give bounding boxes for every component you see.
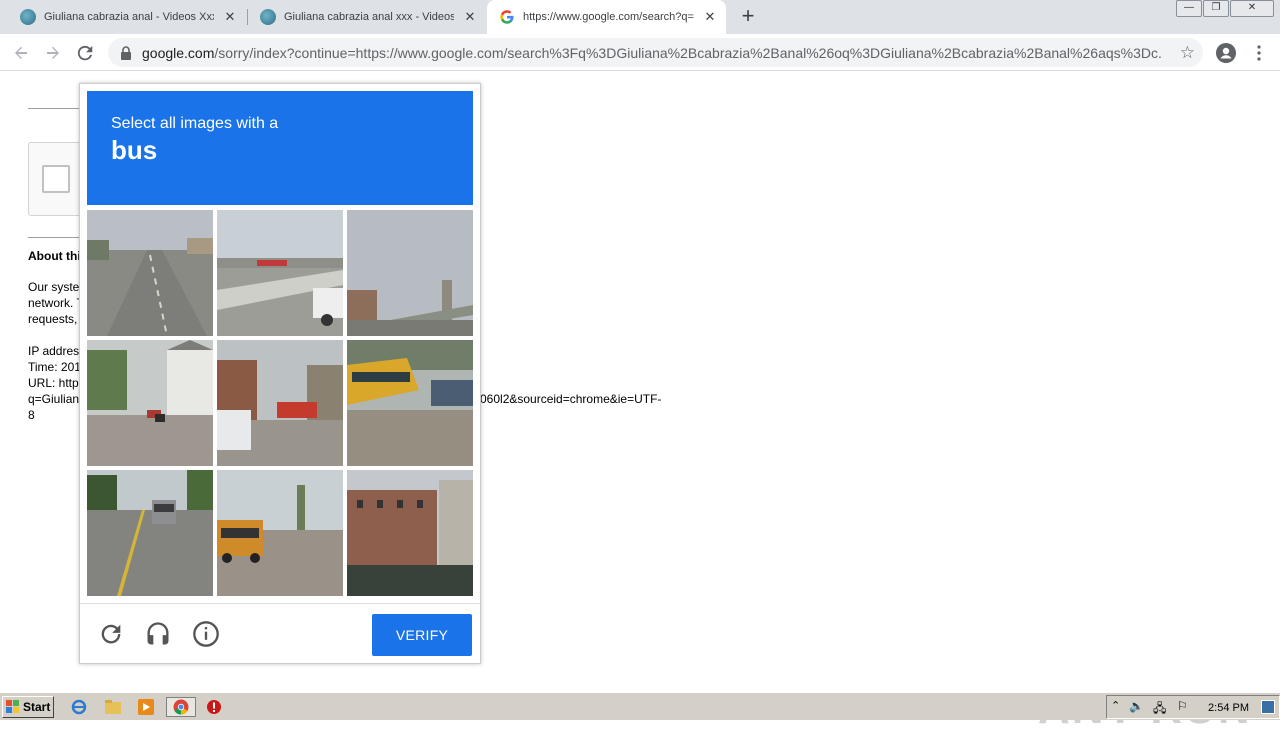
para-line: network. This page checks to see if it's… <box>28 296 80 310</box>
ie-icon[interactable] <box>68 697 90 717</box>
recaptcha-challenge: Select all images with a bus VERIFY <box>79 83 481 664</box>
challenge-instruction: Select all images with a <box>111 115 279 132</box>
tab-2[interactable]: Giuliana cabrazia anal xxx - Videos Xxx … <box>248 0 486 34</box>
tile-street-with-car[interactable] <box>87 470 213 596</box>
kebab-menu-icon <box>1257 45 1261 61</box>
action-center-flag-icon[interactable]: ⚐ <box>1177 699 1188 713</box>
info-line: IP address: <box>28 344 80 358</box>
info-line: 8 <box>28 408 35 422</box>
network-icon[interactable]: 🖧 <box>1153 699 1166 720</box>
help-button[interactable] <box>192 620 220 648</box>
audio-challenge-button[interactable] <box>144 620 172 648</box>
google-g-icon <box>499 9 515 25</box>
browser-toolbar: google.com/sorry/index?continue=https://… <box>0 34 1280 71</box>
start-label: Start <box>23 700 51 714</box>
start-button[interactable]: Start <box>2 696 54 718</box>
volume-icon[interactable]: 🔈 <box>1129 699 1144 713</box>
tab-close-icon[interactable]: ✕ <box>222 9 238 25</box>
forward-button[interactable] <box>40 40 66 66</box>
back-button[interactable] <box>8 40 34 66</box>
tile-brick-building[interactable] <box>347 470 473 596</box>
profile-button[interactable] <box>1213 40 1239 66</box>
lock-icon <box>121 45 131 60</box>
divider <box>28 237 80 238</box>
challenge-target: bus <box>111 135 158 165</box>
new-tab-button[interactable]: + <box>737 5 759 28</box>
tile-residential-street[interactable] <box>87 340 213 466</box>
tile-highway-buildings[interactable] <box>347 210 473 336</box>
media-player-icon[interactable] <box>135 697 157 717</box>
info-line: q=Giuliana <box>28 392 80 406</box>
address-bar[interactable]: google.com/sorry/index?continue=https://… <box>108 38 1203 67</box>
divider <box>28 108 80 109</box>
chrome-icon[interactable] <box>166 697 196 717</box>
account-icon <box>1216 43 1236 63</box>
tab-title: Giuliana cabrazia anal - Videos Xxx Porn… <box>44 11 214 23</box>
url-text: google.com/sorry/index?continue=https://… <box>142 45 1162 61</box>
forward-arrow-icon <box>47 46 59 59</box>
tile-road-with-lanes[interactable] <box>87 210 213 336</box>
system-tray: ⌃ 🔈 🖧 ⚐ 2:54 PM <box>1106 695 1280 719</box>
menu-button[interactable] <box>1246 40 1272 66</box>
tile-school-bus-parking[interactable] <box>347 340 473 466</box>
url-host: google.com <box>142 44 215 61</box>
recaptcha-checkbox[interactable] <box>42 165 70 193</box>
tab-title: Giuliana cabrazia anal xxx - Videos Xxx <box>284 11 454 23</box>
tab-strip: Giuliana cabrazia anal - Videos Xxx Porn… <box>0 0 1280 34</box>
para-line: requests, and not a robot. <box>28 312 80 326</box>
globe-icon <box>20 9 36 25</box>
close-window-button[interactable]: ✕ <box>1230 0 1274 17</box>
windows-taskbar: Start ⌃ 🔈 🖧 ⚐ 2:54 PM <box>0 692 1280 720</box>
tab-1[interactable]: Giuliana cabrazia anal - Videos Xxx Porn… <box>0 0 246 34</box>
tile-highway-overpass-truck[interactable] <box>217 210 343 336</box>
tile-street-with-bus[interactable] <box>217 340 343 466</box>
back-arrow-icon <box>15 46 27 59</box>
image-grid <box>87 210 473 596</box>
tab-close-icon[interactable]: ✕ <box>462 9 478 25</box>
bookmark-star-icon[interactable]: ☆ <box>1180 43 1195 63</box>
stop-icon[interactable] <box>203 697 225 717</box>
info-line: URL: https://www.google.com/search? <box>28 376 80 390</box>
tab-title: https://www.google.com/search?q=Giuliana <box>523 11 694 23</box>
taskbar-clock[interactable]: 2:54 PM <box>1208 702 1249 714</box>
tab-3-active[interactable]: https://www.google.com/search?q=Giuliana… <box>487 0 726 34</box>
reload-challenge-button[interactable] <box>97 620 125 648</box>
headphones-icon <box>147 622 169 645</box>
minimize-button[interactable]: — <box>1176 0 1202 17</box>
folder-icon[interactable] <box>102 697 124 717</box>
tab-close-icon[interactable]: ✕ <box>702 9 718 25</box>
tray-expand-icon[interactable]: ⌃ <box>1111 699 1120 712</box>
reload-icon <box>77 45 93 61</box>
challenge-header: Select all images with a bus <box>87 91 473 205</box>
show-desktop-icon[interactable] <box>1261 700 1275 714</box>
info-icon <box>193 621 219 647</box>
info-line: Time: 2019 <box>28 360 80 374</box>
reload-icon <box>101 624 121 644</box>
restore-button[interactable]: ❐ <box>1203 0 1229 17</box>
url-tail-text: 060l2&sourceid=chrome&ie=UTF- <box>480 392 662 406</box>
windows-logo-icon <box>6 700 19 713</box>
reload-button[interactable] <box>72 40 98 66</box>
verify-button[interactable]: VERIFY <box>372 614 472 656</box>
globe-icon <box>260 9 276 25</box>
challenge-footer: VERIFY <box>80 603 480 664</box>
about-heading: About this page <box>28 249 80 263</box>
tile-school-bus-street[interactable] <box>217 470 343 596</box>
window-controls: — ❐ ✕ <box>1175 0 1274 18</box>
para-line: Our systems have detected unusual traffi… <box>28 280 80 294</box>
url-path: /sorry/index?continue=https://www.google… <box>214 44 1162 61</box>
